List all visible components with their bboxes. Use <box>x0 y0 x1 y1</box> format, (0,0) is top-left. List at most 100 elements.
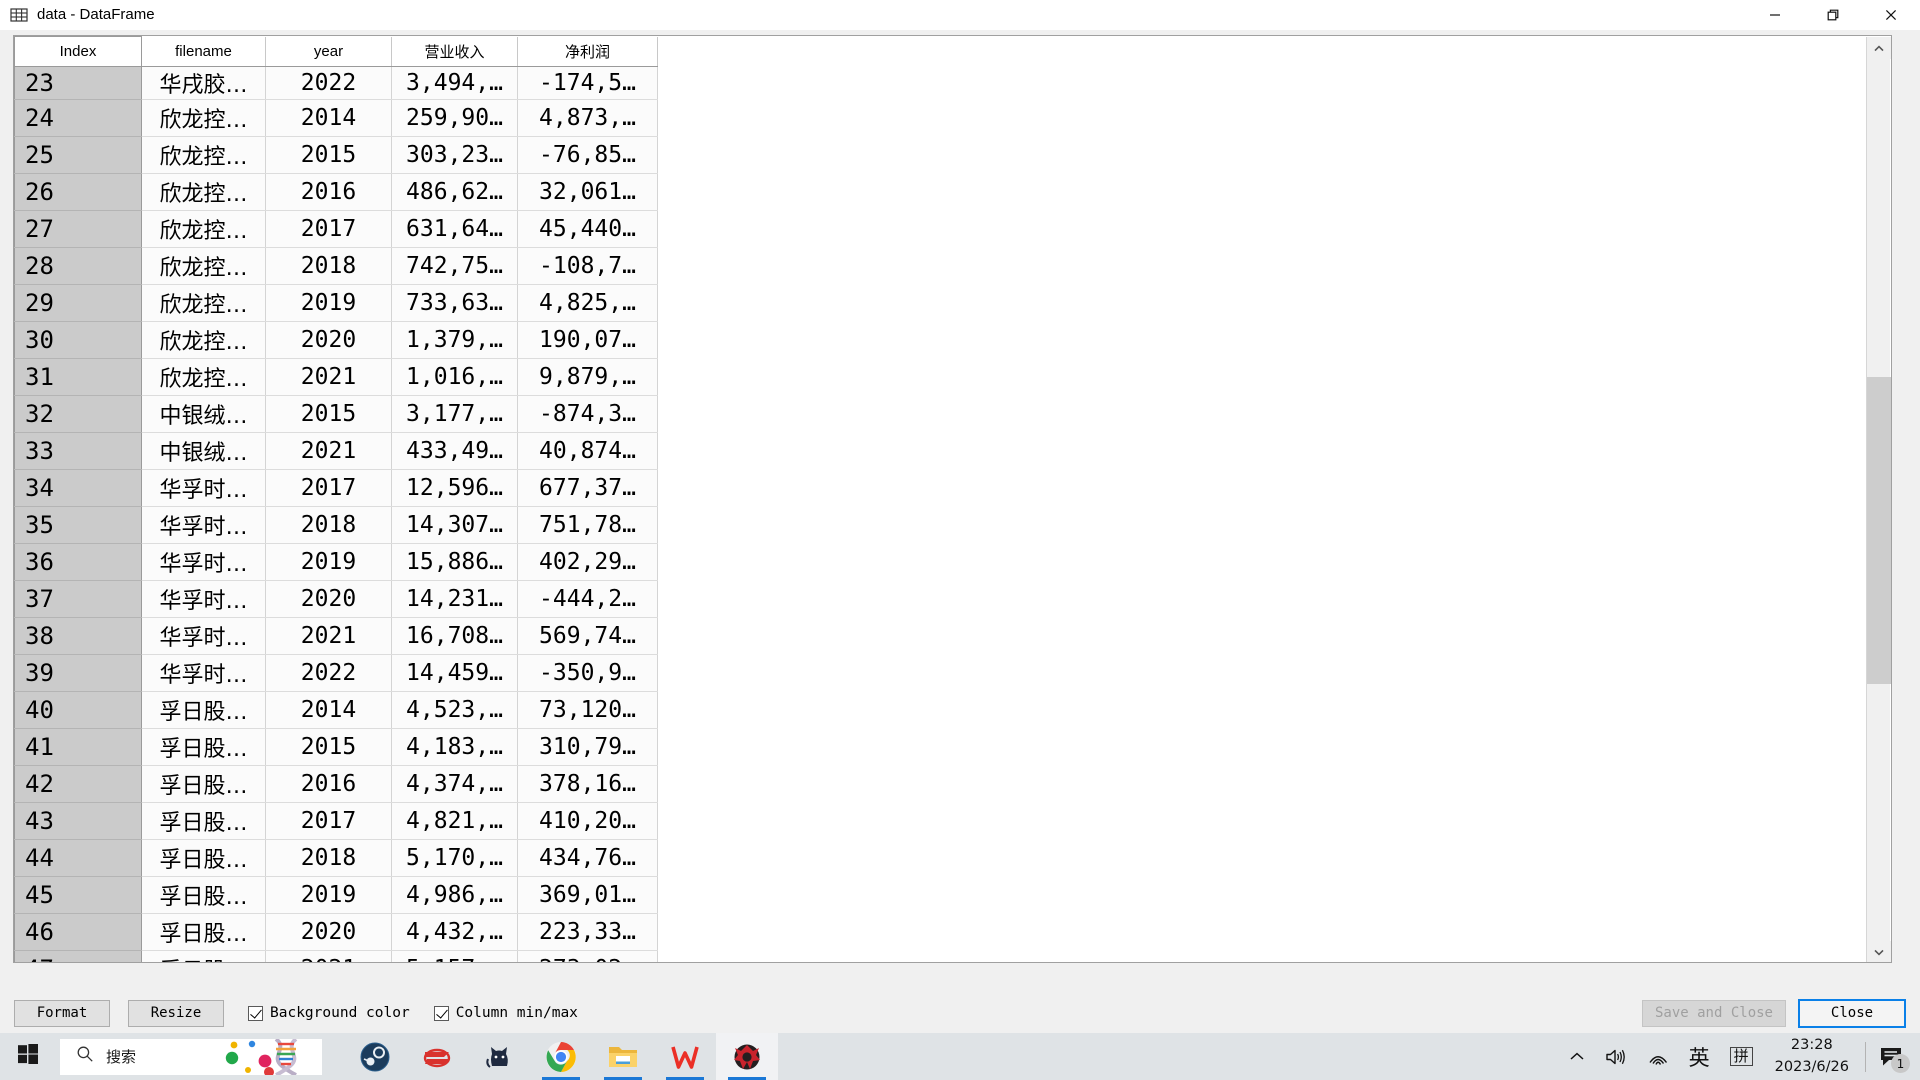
row-year-cell[interactable]: 2022 <box>265 654 392 692</box>
save-and-close-button[interactable]: Save and Close <box>1641 999 1786 1027</box>
row-profit-cell[interactable]: -444,2… <box>517 580 658 618</box>
row-filename-cell[interactable]: 欣龙控… <box>141 210 266 248</box>
row-filename-cell[interactable]: 华戌胶… <box>141 66 266 100</box>
row-profit-cell[interactable]: 4,825,… <box>517 284 658 322</box>
row-year-cell[interactable]: 2016 <box>265 173 392 211</box>
scroll-down-button[interactable] <box>1867 941 1891 962</box>
row-year-cell[interactable]: 2016 <box>265 765 392 803</box>
row-filename-cell[interactable]: 欣龙控… <box>141 136 266 174</box>
row-revenue-cell[interactable]: 1,016,… <box>391 358 518 396</box>
taskbar-app-steam[interactable] <box>344 1033 406 1080</box>
row-filename-cell[interactable]: 欣龙控… <box>141 99 266 137</box>
dataframe-table-frame[interactable]: Index filename year 营业收入 净利润 23 华戌胶… 2022 3… <box>13 35 1892 963</box>
row-filename-cell[interactable]: 中银绒… <box>141 395 266 433</box>
row-revenue-cell[interactable]: 742,75… <box>391 247 518 285</box>
column-header-profit[interactable]: 净利润 <box>517 36 658 67</box>
table-row[interactable]: 29 欣龙控… 2019 733,63… 4,825,… <box>14 284 658 322</box>
row-filename-cell[interactable]: 孚日股… <box>141 802 266 840</box>
row-revenue-cell[interactable]: 14,307… <box>391 506 518 544</box>
row-profit-cell[interactable]: 402,29… <box>517 543 658 581</box>
row-index-cell[interactable]: 31 <box>14 358 142 396</box>
row-profit-cell[interactable]: 569,74… <box>517 617 658 655</box>
row-revenue-cell[interactable]: 259,90… <box>391 99 518 137</box>
row-year-cell[interactable]: 2021 <box>265 432 392 470</box>
row-profit-cell[interactable]: 378,16… <box>517 765 658 803</box>
row-index-cell[interactable]: 25 <box>14 136 142 174</box>
column-header-filename[interactable]: filename <box>141 36 266 67</box>
row-filename-cell[interactable]: 欣龙控… <box>141 321 266 359</box>
row-profit-cell[interactable]: 273,02… <box>517 950 658 962</box>
row-index-cell[interactable]: 35 <box>14 506 142 544</box>
table-row[interactable]: 28 欣龙控… 2018 742,75… -108,7… <box>14 247 658 285</box>
row-filename-cell[interactable]: 中银绒… <box>141 432 266 470</box>
row-year-cell[interactable]: 2022 <box>265 66 392 100</box>
row-filename-cell[interactable]: 欣龙控… <box>141 247 266 285</box>
row-profit-cell[interactable]: 32,061… <box>517 173 658 211</box>
row-year-cell[interactable]: 2019 <box>265 543 392 581</box>
close-window-button[interactable] <box>1862 0 1920 30</box>
table-row[interactable]: 46 孚日股… 2020 4,432,… 223,33… <box>14 913 658 951</box>
row-profit-cell[interactable]: 751,78… <box>517 506 658 544</box>
scrollbar-thumb[interactable] <box>1867 377 1891 684</box>
row-profit-cell[interactable]: 369,01… <box>517 876 658 914</box>
row-filename-cell[interactable]: 欣龙控… <box>141 173 266 211</box>
row-filename-cell[interactable]: 孚日股… <box>141 765 266 803</box>
row-year-cell[interactable]: 2017 <box>265 210 392 248</box>
tray-volume-button[interactable] <box>1595 1033 1637 1080</box>
row-year-cell[interactable]: 2021 <box>265 950 392 962</box>
row-index-cell[interactable]: 23 <box>14 66 142 100</box>
row-revenue-cell[interactable]: 433,49… <box>391 432 518 470</box>
row-revenue-cell[interactable]: 4,986,… <box>391 876 518 914</box>
table-row[interactable]: 31 欣龙控… 2021 1,016,… 9,879,… <box>14 358 658 396</box>
row-index-cell[interactable]: 37 <box>14 580 142 618</box>
checkbox-box-background-color[interactable] <box>248 1005 263 1021</box>
row-year-cell[interactable]: 2015 <box>265 136 392 174</box>
table-row[interactable]: 27 欣龙控… 2017 631,64… 45,440… <box>14 210 658 248</box>
row-filename-cell[interactable]: 华孚时… <box>141 654 266 692</box>
row-year-cell[interactable]: 2017 <box>265 802 392 840</box>
table-row[interactable]: 43 孚日股… 2017 4,821,… 410,20… <box>14 802 658 840</box>
resize-button[interactable]: Resize <box>128 999 224 1027</box>
maximize-button[interactable] <box>1804 0 1862 30</box>
table-row[interactable]: 45 孚日股… 2019 4,986,… 369,01… <box>14 876 658 914</box>
row-index-cell[interactable]: 43 <box>14 802 142 840</box>
table-row[interactable]: 35 华孚时… 2018 14,307… 751,78… <box>14 506 658 544</box>
row-index-cell[interactable]: 42 <box>14 765 142 803</box>
table-row[interactable]: 33 中银绒… 2021 433,49… 40,874… <box>14 432 658 470</box>
row-filename-cell[interactable]: 华孚时… <box>141 617 266 655</box>
row-revenue-cell[interactable]: 15,886… <box>391 543 518 581</box>
column-header-year[interactable]: year <box>265 36 392 67</box>
row-index-cell[interactable]: 24 <box>14 99 142 137</box>
row-year-cell[interactable]: 2021 <box>265 358 392 396</box>
scrollbar-track[interactable] <box>1867 59 1891 941</box>
row-revenue-cell[interactable]: 303,23… <box>391 136 518 174</box>
row-profit-cell[interactable]: 223,33… <box>517 913 658 951</box>
row-revenue-cell[interactable]: 733,63… <box>391 284 518 322</box>
row-index-cell[interactable]: 26 <box>14 173 142 211</box>
row-year-cell[interactable]: 2015 <box>265 728 392 766</box>
row-filename-cell[interactable]: 华孚时… <box>141 506 266 544</box>
table-row[interactable]: 23 华戌胶… 2022 3,494,… -174,5… <box>14 66 658 100</box>
background-color-checkbox[interactable]: Background color <box>248 1005 410 1021</box>
minimize-button[interactable] <box>1746 0 1804 30</box>
table-row[interactable]: 42 孚日股… 2016 4,374,… 378,16… <box>14 765 658 803</box>
row-year-cell[interactable]: 2018 <box>265 839 392 877</box>
checkbox-box-column-minmax[interactable] <box>433 1005 449 1021</box>
row-revenue-cell[interactable]: 14,231… <box>391 580 518 618</box>
tray-network-button[interactable] <box>1637 1033 1679 1080</box>
row-filename-cell[interactable]: 孚日股… <box>141 950 266 962</box>
row-profit-cell[interactable]: 9,879,… <box>517 358 658 396</box>
row-revenue-cell[interactable]: 3,494,… <box>391 66 518 100</box>
row-filename-cell[interactable]: 华孚时… <box>141 469 266 507</box>
row-revenue-cell[interactable]: 4,523,… <box>391 691 518 729</box>
row-filename-cell[interactable]: 孚日股… <box>141 691 266 729</box>
row-year-cell[interactable]: 2014 <box>265 691 392 729</box>
table-row[interactable]: 47孚日股…20215,157,…273,02… <box>14 950 658 962</box>
row-profit-cell[interactable]: 677,37… <box>517 469 658 507</box>
row-profit-cell[interactable]: 190,07… <box>517 321 658 359</box>
row-profit-cell[interactable]: 310,79… <box>517 728 658 766</box>
taskbar-clock[interactable]: 23:28 2023/6/26 <box>1763 1035 1861 1077</box>
taskbar-app-cat[interactable] <box>468 1033 530 1080</box>
vertical-scrollbar[interactable] <box>1866 37 1891 962</box>
row-year-cell[interactable]: 2020 <box>265 913 392 951</box>
